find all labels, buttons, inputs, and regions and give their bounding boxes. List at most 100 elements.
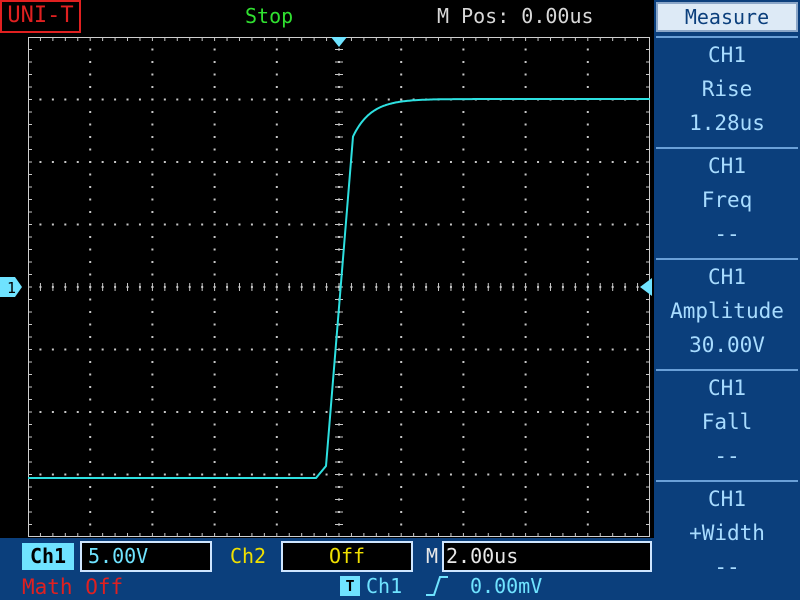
grid-dot [636, 348, 639, 351]
run-status: Stop [245, 4, 294, 28]
grid-dot [586, 311, 589, 313]
grid-dot [524, 86, 527, 88]
grid-dot [586, 236, 589, 238]
grid-dot [400, 361, 403, 363]
grid-dot [213, 398, 216, 401]
ch1-ground-marker: 1 [0, 277, 22, 297]
grid-dot [39, 473, 42, 476]
grid-dot [138, 411, 141, 413]
grid-dot [238, 161, 241, 163]
grid-dot [51, 98, 54, 101]
grid-dot [163, 473, 166, 476]
grid-dot [275, 223, 278, 226]
grid-dot [226, 223, 229, 226]
grid-dot [524, 123, 527, 126]
grid-dot [599, 411, 602, 413]
grid-dot [151, 486, 154, 488]
grid-dot [275, 161, 278, 163]
measure-slot-4[interactable]: CH1 Fall -- [656, 369, 798, 479]
grid-dot [51, 223, 54, 226]
horizontal-position: M Pos: 0.00us [437, 4, 594, 28]
grid-dot [89, 186, 92, 188]
grid-dot [462, 111, 465, 113]
grid-dot [400, 336, 403, 338]
grid-dot [449, 411, 452, 413]
grid-dot [89, 323, 92, 326]
grid-dot [350, 223, 353, 226]
grid-dot [89, 261, 92, 263]
grid-dot [250, 348, 253, 351]
grid-dot [101, 348, 104, 351]
grid-dot [275, 61, 278, 63]
grid-dot [151, 423, 154, 426]
grid-dot [213, 198, 216, 201]
grid-dot [89, 398, 92, 401]
grid-dot [636, 161, 639, 163]
grid-dot [213, 211, 216, 213]
grid-dot [275, 361, 278, 363]
grid-dot [138, 348, 141, 351]
grid-dot [611, 161, 614, 163]
grid-dot [624, 473, 627, 476]
grid-dot [275, 498, 278, 501]
grid-dot [462, 73, 465, 76]
grid-dot [574, 223, 577, 226]
grid-dot [412, 473, 415, 476]
grid-dot [101, 411, 104, 413]
grid-dot [213, 473, 216, 476]
grid-dot [275, 111, 278, 113]
measure-slot-5[interactable]: CH1 +Width -- [656, 480, 798, 590]
grid-dot [462, 498, 465, 501]
grid-dot [213, 136, 216, 138]
grid-dot [524, 236, 527, 238]
measure-slot-1[interactable]: CH1 Rise 1.28us [656, 36, 798, 146]
grid-dot [462, 198, 465, 201]
grid-dot [462, 48, 465, 51]
grid-dot [586, 123, 589, 126]
grid-dot [263, 223, 266, 226]
grid-dot [524, 336, 527, 338]
grid-dot [574, 161, 577, 163]
grid-dot [586, 523, 589, 526]
grid-dot [400, 311, 403, 313]
grid-dot [114, 161, 117, 163]
grid-dot [524, 161, 527, 163]
grid-dot [250, 223, 253, 226]
grid-dot [89, 48, 92, 51]
ch1-label[interactable]: Ch1 [22, 543, 74, 570]
grid-dot [412, 411, 415, 413]
grid-dot [300, 223, 303, 226]
grid-dot [425, 411, 428, 413]
timebase-label: M [425, 544, 439, 568]
grid-dot [462, 398, 465, 401]
grid-dot [89, 523, 92, 526]
grid-dot [599, 223, 602, 226]
measure-slot-2[interactable]: CH1 Freq -- [656, 147, 798, 257]
grid-dot [437, 348, 440, 351]
grid-dot [213, 186, 216, 188]
grid-dot [412, 348, 415, 351]
grid-dot [400, 386, 403, 388]
grid-dot [400, 111, 403, 113]
brand-logo: UNI-T [0, 0, 81, 33]
grid-dot [400, 411, 403, 413]
grid-dot [275, 486, 278, 488]
grid-dot [89, 298, 92, 301]
grid-dot [250, 473, 253, 476]
grid-dot [586, 173, 589, 176]
grid-dot [275, 311, 278, 313]
measure-slot-3[interactable]: CH1 Amplitude 30.00V [656, 258, 798, 368]
ch2-label[interactable]: Ch2 [222, 543, 274, 570]
grid-dot [400, 86, 403, 88]
grid-dot [400, 161, 403, 163]
grid-dot [226, 473, 229, 476]
grid-dot [89, 248, 92, 251]
slot-value: -- [714, 222, 740, 246]
grid-dot [362, 473, 365, 476]
grid-dot [51, 411, 54, 413]
grid-dot [163, 411, 166, 413]
grid-dot [313, 223, 316, 226]
slot-name: Fall [701, 410, 753, 434]
grid-dot [89, 361, 92, 363]
grid-dot [250, 161, 253, 163]
